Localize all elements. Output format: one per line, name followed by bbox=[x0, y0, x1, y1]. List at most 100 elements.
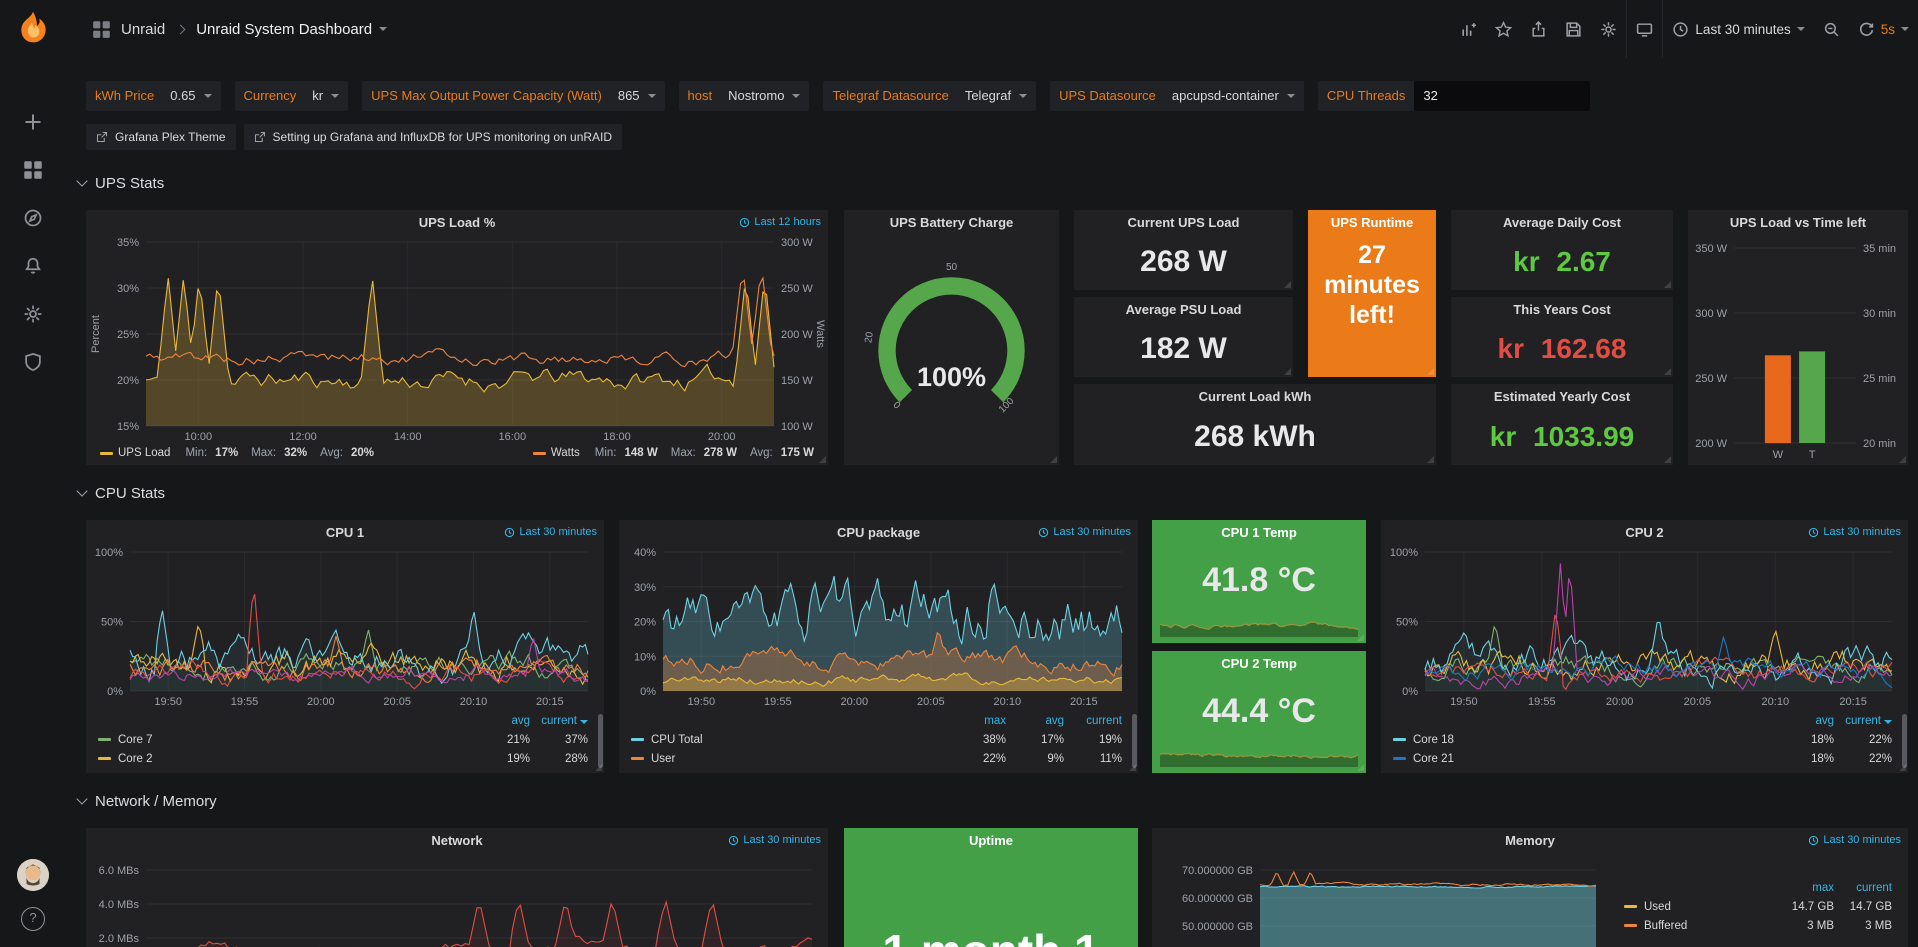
panel-title[interactable]: Average Daily Cost bbox=[1451, 210, 1673, 236]
panel-time-override[interactable]: Last 30 minutes bbox=[504, 526, 597, 538]
ups-load-chart[interactable]: 10:0012:0014:0016:0018:0020:0015%20%25%3… bbox=[86, 236, 828, 465]
alerting-bell-icon[interactable] bbox=[23, 256, 43, 276]
panel-title[interactable]: UPS Battery Charge bbox=[844, 210, 1059, 236]
row-header-network-memory[interactable]: Network / Memory bbox=[78, 788, 217, 814]
legend-row[interactable]: Used14.7 GB14.7 GB bbox=[1624, 897, 1892, 916]
user-avatar[interactable] bbox=[17, 859, 49, 891]
network-chart[interactable]: 2.0 MBs4.0 MBs6.0 MBs bbox=[86, 854, 828, 947]
legend-scrollbar[interactable] bbox=[1132, 714, 1137, 768]
plus-icon[interactable] bbox=[23, 112, 43, 132]
dashboard-settings-button[interactable] bbox=[1591, 0, 1626, 58]
legend-sort-avg[interactable]: avg bbox=[1776, 715, 1834, 727]
row-header-cpu-stats[interactable]: CPU Stats bbox=[78, 480, 165, 506]
panel-title[interactable]: Network bbox=[86, 828, 828, 854]
chart-plot-area[interactable]: 19:5019:5520:0020:0520:1020:150%50%100% bbox=[1381, 546, 1908, 711]
variable-value-dropdown[interactable]: 865 bbox=[611, 88, 665, 103]
legend-sort-max[interactable]: max bbox=[1776, 882, 1834, 894]
settings-gear-icon[interactable] bbox=[23, 304, 43, 324]
add-panel-button[interactable] bbox=[1451, 0, 1486, 58]
panel-time-override[interactable]: Last 30 minutes bbox=[1808, 526, 1901, 538]
legend-item[interactable]: WattsMin:148 WMax:278 WAvg:175 W bbox=[533, 447, 814, 459]
chevron-down-icon bbox=[204, 94, 212, 98]
legend-row[interactable]: Core 2118%22% bbox=[1393, 749, 1892, 768]
refresh-button[interactable]: 5s bbox=[1849, 0, 1918, 58]
dashboard-grid-icon[interactable] bbox=[92, 20, 111, 39]
panel-title[interactable]: CPU 2 Temp bbox=[1152, 651, 1366, 677]
legend-row[interactable]: CPU Total38%17%19% bbox=[631, 730, 1122, 749]
panel-title[interactable]: UPS Runtime bbox=[1308, 210, 1436, 236]
stat-value: 268 kWh bbox=[1074, 408, 1436, 465]
legend-row[interactable]: Core 721%37% bbox=[98, 730, 588, 749]
variable-value-dropdown[interactable]: kr bbox=[305, 88, 348, 103]
panel-time-override[interactable]: Last 30 minutes bbox=[1808, 834, 1901, 846]
legend-sort-current[interactable]: current bbox=[530, 715, 588, 727]
variable-value-dropdown[interactable]: Nostromo bbox=[721, 88, 809, 103]
legend-scrollbar[interactable] bbox=[1902, 714, 1907, 768]
dashboard-link[interactable]: Grafana Plex Theme bbox=[86, 124, 236, 150]
breadcrumb-root[interactable]: Unraid bbox=[121, 21, 165, 38]
chevron-down-icon bbox=[1797, 27, 1805, 31]
row-header-ups-stats[interactable]: UPS Stats bbox=[78, 170, 164, 196]
chart-plot-area[interactable]: 2.0 MBs4.0 MBs6.0 MBs bbox=[86, 854, 828, 947]
legend-sort-avg[interactable]: avg bbox=[472, 715, 530, 727]
star-button[interactable] bbox=[1486, 0, 1521, 58]
legend-row[interactable]: Core 1818%22% bbox=[1393, 730, 1892, 749]
legend-item[interactable]: UPS LoadMin:17%Max:32%Avg:20% bbox=[100, 447, 374, 459]
panel-title[interactable]: CPU 1 Temp bbox=[1152, 520, 1366, 546]
svg-text:20:15: 20:15 bbox=[1839, 696, 1867, 708]
panel-title[interactable]: This Years Cost bbox=[1451, 297, 1673, 323]
panel-time-override[interactable]: Last 30 minutes bbox=[1038, 526, 1131, 538]
svg-text:20:15: 20:15 bbox=[1070, 696, 1098, 708]
time-range-button[interactable]: Last 30 minutes bbox=[1663, 0, 1813, 58]
panel-title[interactable]: UPS Load % bbox=[86, 210, 828, 236]
legend-sort-current[interactable]: current bbox=[1064, 715, 1122, 727]
panel-title[interactable]: Current Load kWh bbox=[1074, 384, 1436, 410]
memory-chart[interactable]: 50.000000 GB60.000000 GB70.000000 GBmaxc… bbox=[1152, 854, 1908, 947]
chart-plot-area[interactable]: 19:5019:5520:0020:0520:1020:150%50%100% bbox=[86, 546, 604, 711]
chart-plot-area[interactable]: 50.000000 GB60.000000 GB70.000000 GB bbox=[1152, 854, 1612, 947]
variable-input[interactable] bbox=[1414, 81, 1590, 111]
chart-plot-area[interactable]: 10:0012:0014:0016:0018:0020:0015%20%25%3… bbox=[86, 236, 828, 446]
legend-sort-max[interactable]: max bbox=[948, 715, 1006, 727]
explore-icon[interactable] bbox=[23, 208, 43, 228]
cpu2-chart[interactable]: 19:5019:5520:0020:0520:1020:150%50%100% a… bbox=[1381, 546, 1908, 773]
tv-mode-button[interactable] bbox=[1627, 0, 1662, 58]
variables-bar: kWh Price0.65CurrencykrUPS Max Output Po… bbox=[86, 80, 1590, 111]
variable-value-dropdown[interactable]: Telegraf bbox=[958, 88, 1036, 103]
chart-plot-area[interactable]: 19:5019:5520:0020:0520:1020:150%10%20%30… bbox=[619, 546, 1138, 711]
panel-time-override[interactable]: Last 30 minutes bbox=[728, 834, 821, 846]
legend-sort-avg[interactable]: avg bbox=[1006, 715, 1064, 727]
legend-row[interactable]: Buffered3 MB3 MB bbox=[1624, 916, 1892, 935]
legend-table: maxcurrent Used14.7 GB14.7 GBBuffered3 MB… bbox=[1612, 854, 1908, 947]
help-icon[interactable]: ? bbox=[21, 907, 45, 931]
stat-value: 182 W bbox=[1074, 321, 1293, 377]
dashboards-icon[interactable] bbox=[23, 160, 43, 180]
stat-value: 41.8 °C bbox=[1152, 544, 1366, 617]
variable-value-dropdown[interactable]: 0.65 bbox=[163, 88, 220, 103]
cpu-package-chart[interactable]: 19:5019:5520:0020:0520:1020:150%10%20%30… bbox=[619, 546, 1138, 773]
legend-row[interactable]: Core 219%28% bbox=[98, 749, 588, 768]
legend-scrollbar[interactable] bbox=[598, 714, 603, 768]
dashboard-link[interactable]: Setting up Grafana and InfluxDB for UPS … bbox=[244, 124, 623, 150]
cpu1-chart[interactable]: 19:5019:5520:0020:0520:1020:150%50%100% a… bbox=[86, 546, 604, 773]
svg-text:20:10: 20:10 bbox=[994, 696, 1022, 708]
shield-icon[interactable] bbox=[23, 352, 43, 372]
svg-text:100 W: 100 W bbox=[781, 421, 813, 433]
share-button[interactable] bbox=[1521, 0, 1556, 58]
legend-sort-current[interactable]: current bbox=[1834, 715, 1892, 727]
grafana-logo[interactable] bbox=[13, 8, 53, 48]
legend-sort-current[interactable]: current bbox=[1834, 882, 1892, 894]
variable-value-dropdown[interactable]: apcupsd-container bbox=[1165, 88, 1304, 103]
panel-title[interactable]: Memory bbox=[1152, 828, 1908, 854]
panel-title[interactable]: Average PSU Load bbox=[1074, 297, 1293, 323]
panel-title[interactable]: Uptime bbox=[844, 828, 1138, 854]
legend-row[interactable]: User22%9%11% bbox=[631, 749, 1122, 768]
zoom-out-button[interactable] bbox=[1814, 0, 1849, 58]
panel-title[interactable]: UPS Load vs Time left bbox=[1688, 210, 1908, 236]
dashboard-title[interactable]: Unraid System Dashboard bbox=[196, 21, 387, 38]
panel-time-override[interactable]: Last 12 hours bbox=[739, 216, 821, 228]
save-button[interactable] bbox=[1556, 0, 1591, 58]
svg-text:200 W: 200 W bbox=[1695, 438, 1727, 450]
panel-title[interactable]: Estimated Yearly Cost bbox=[1451, 384, 1673, 410]
panel-title[interactable]: Current UPS Load bbox=[1074, 210, 1293, 236]
